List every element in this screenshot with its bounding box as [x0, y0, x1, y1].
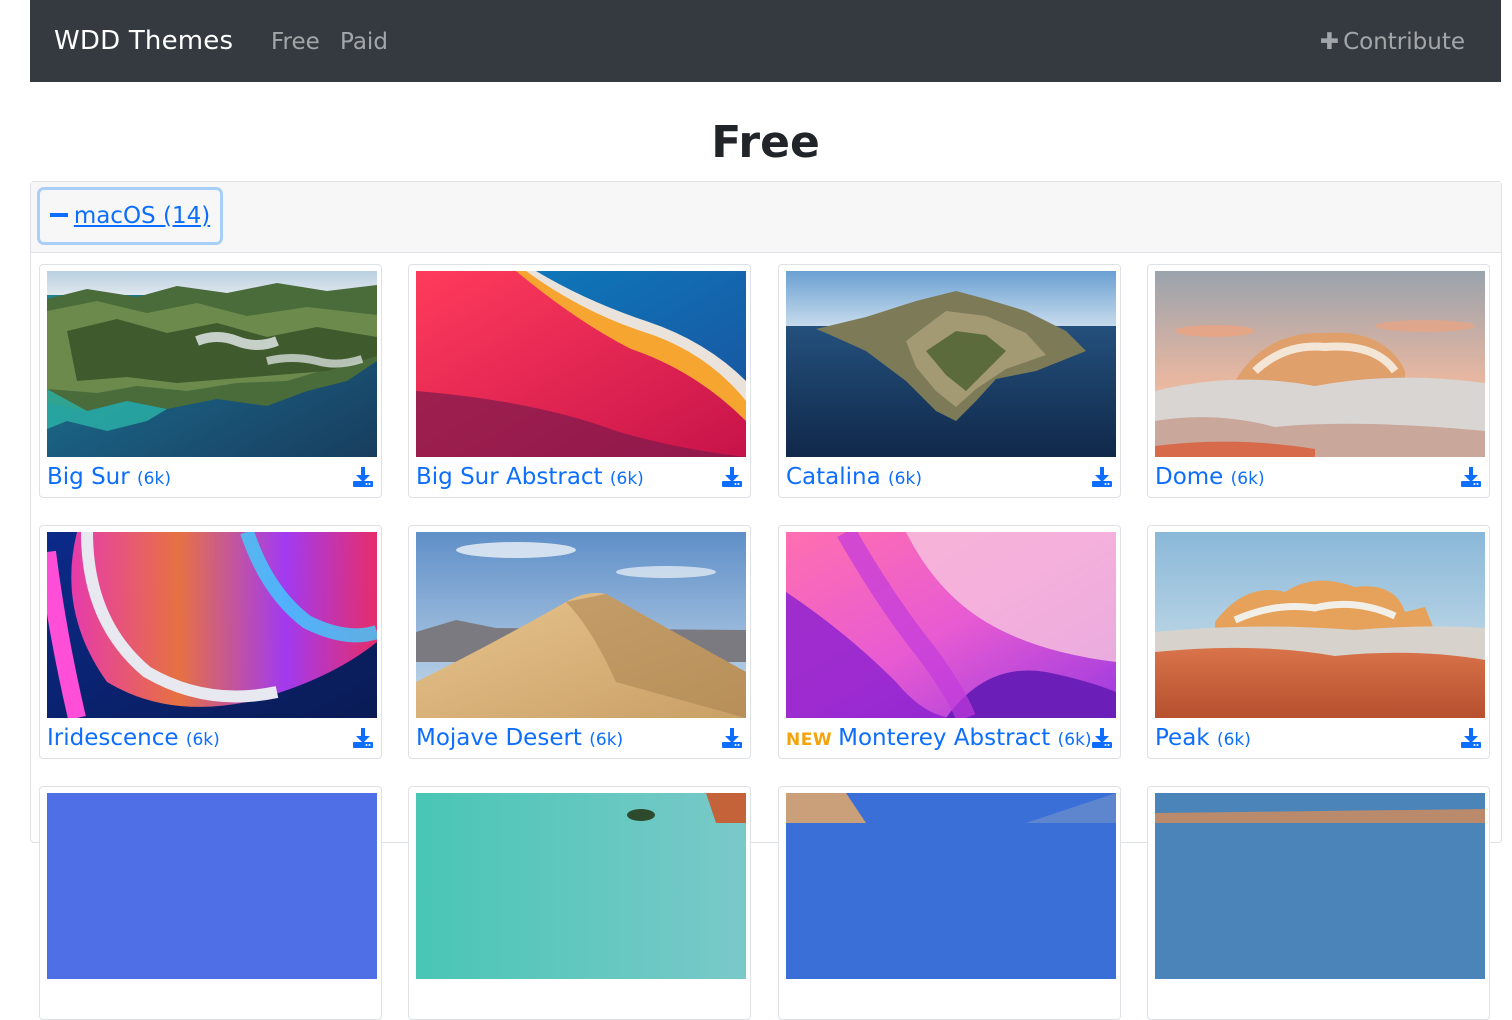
download-icon[interactable]: [352, 727, 374, 749]
theme-card-monterey-abstract: NEW Monterey Abstract (6k): [778, 525, 1121, 759]
theme-card: [408, 786, 751, 1020]
theme-thumbnail[interactable]: [416, 532, 746, 718]
theme-card-peak: Peak (6k): [1147, 525, 1490, 759]
brand-logo[interactable]: WDD Themes: [54, 24, 233, 58]
theme-card-big-sur-abstract: Big Sur Abstract (6k): [408, 264, 751, 498]
theme-card-dome: Dome (6k): [1147, 264, 1490, 498]
theme-thumbnail[interactable]: [1155, 793, 1485, 979]
theme-caption[interactable]: Mojave Desert (6k): [416, 723, 623, 755]
theme-caption[interactable]: Catalina (6k): [786, 462, 922, 494]
theme-size: (6k): [1230, 469, 1265, 489]
contribute-label: Contribute: [1343, 29, 1465, 55]
theme-caption[interactable]: Big Sur Abstract (6k): [416, 462, 644, 494]
theme-size: (6k): [1216, 730, 1251, 750]
theme-thumbnail[interactable]: [47, 793, 377, 979]
theme-name: Catalina: [786, 464, 881, 490]
download-icon[interactable]: [1091, 727, 1113, 749]
theme-thumbnail[interactable]: [47, 532, 377, 718]
minus-icon: [49, 212, 68, 217]
theme-name: Peak: [1155, 725, 1210, 751]
theme-card-mojave-desert: Mojave Desert (6k): [408, 525, 751, 759]
theme-name: Mojave Desert: [416, 725, 582, 751]
theme-thumbnail[interactable]: [1155, 271, 1485, 457]
theme-size: (6k): [609, 469, 644, 489]
theme-name: Big Sur Abstract: [416, 464, 603, 490]
theme-thumbnail[interactable]: [47, 271, 377, 457]
theme-caption[interactable]: Iridescence (6k): [47, 723, 220, 755]
top-navbar: WDD Themes Free Paid ✚ Contribute: [30, 0, 1501, 82]
theme-thumbnail[interactable]: [786, 271, 1116, 457]
theme-card-iridescence: Iridescence (6k): [39, 525, 382, 759]
plus-icon: ✚: [1319, 29, 1340, 55]
macos-toggle-label: macOS (14): [73, 203, 211, 229]
download-icon[interactable]: [1460, 466, 1482, 488]
theme-size: (6k): [888, 469, 922, 489]
theme-caption[interactable]: NEW Monterey Abstract (6k): [786, 723, 1092, 755]
theme-card: [1147, 786, 1490, 1020]
theme-caption[interactable]: Peak (6k): [1155, 723, 1251, 755]
theme-thumbnail[interactable]: [416, 271, 746, 457]
theme-card-catalina: Catalina (6k): [778, 264, 1121, 498]
new-badge: NEW: [786, 730, 833, 750]
accordion-header: macOS (14): [31, 182, 1501, 253]
theme-name: Monterey Abstract: [838, 725, 1051, 751]
contribute-link[interactable]: ✚ Contribute: [1320, 28, 1465, 56]
theme-card: [778, 786, 1121, 1020]
theme-thumbnail[interactable]: [1155, 532, 1485, 718]
theme-caption[interactable]: Big Sur (6k): [47, 462, 171, 494]
theme-size: (6k): [185, 730, 220, 750]
download-icon[interactable]: [1091, 466, 1113, 488]
theme-size: (6k): [137, 469, 171, 489]
theme-name: Iridescence: [47, 725, 179, 751]
theme-name: Big Sur: [47, 464, 130, 490]
download-icon[interactable]: [721, 466, 743, 488]
theme-caption[interactable]: Dome (6k): [1155, 462, 1265, 494]
theme-card-big-sur: Big Sur (6k): [39, 264, 382, 498]
nav-link-paid[interactable]: Paid: [340, 28, 388, 56]
macos-toggle-button[interactable]: macOS (14): [37, 187, 223, 245]
theme-thumbnail[interactable]: [786, 532, 1116, 718]
theme-thumbnail[interactable]: [786, 793, 1116, 979]
download-icon[interactable]: [1460, 727, 1482, 749]
download-icon[interactable]: [352, 466, 374, 488]
theme-thumbnail[interactable]: [416, 793, 746, 979]
nav-link-free[interactable]: Free: [271, 28, 320, 56]
theme-card: [39, 786, 382, 1020]
theme-size: (6k): [1057, 730, 1092, 750]
macos-accordion: macOS (14) Big Sur (6k) Big Sur Abstract…: [30, 181, 1502, 1020]
theme-size: (6k): [589, 730, 624, 750]
page-title: Free: [711, 117, 820, 168]
theme-name: Dome: [1155, 464, 1224, 490]
download-icon[interactable]: [721, 727, 743, 749]
